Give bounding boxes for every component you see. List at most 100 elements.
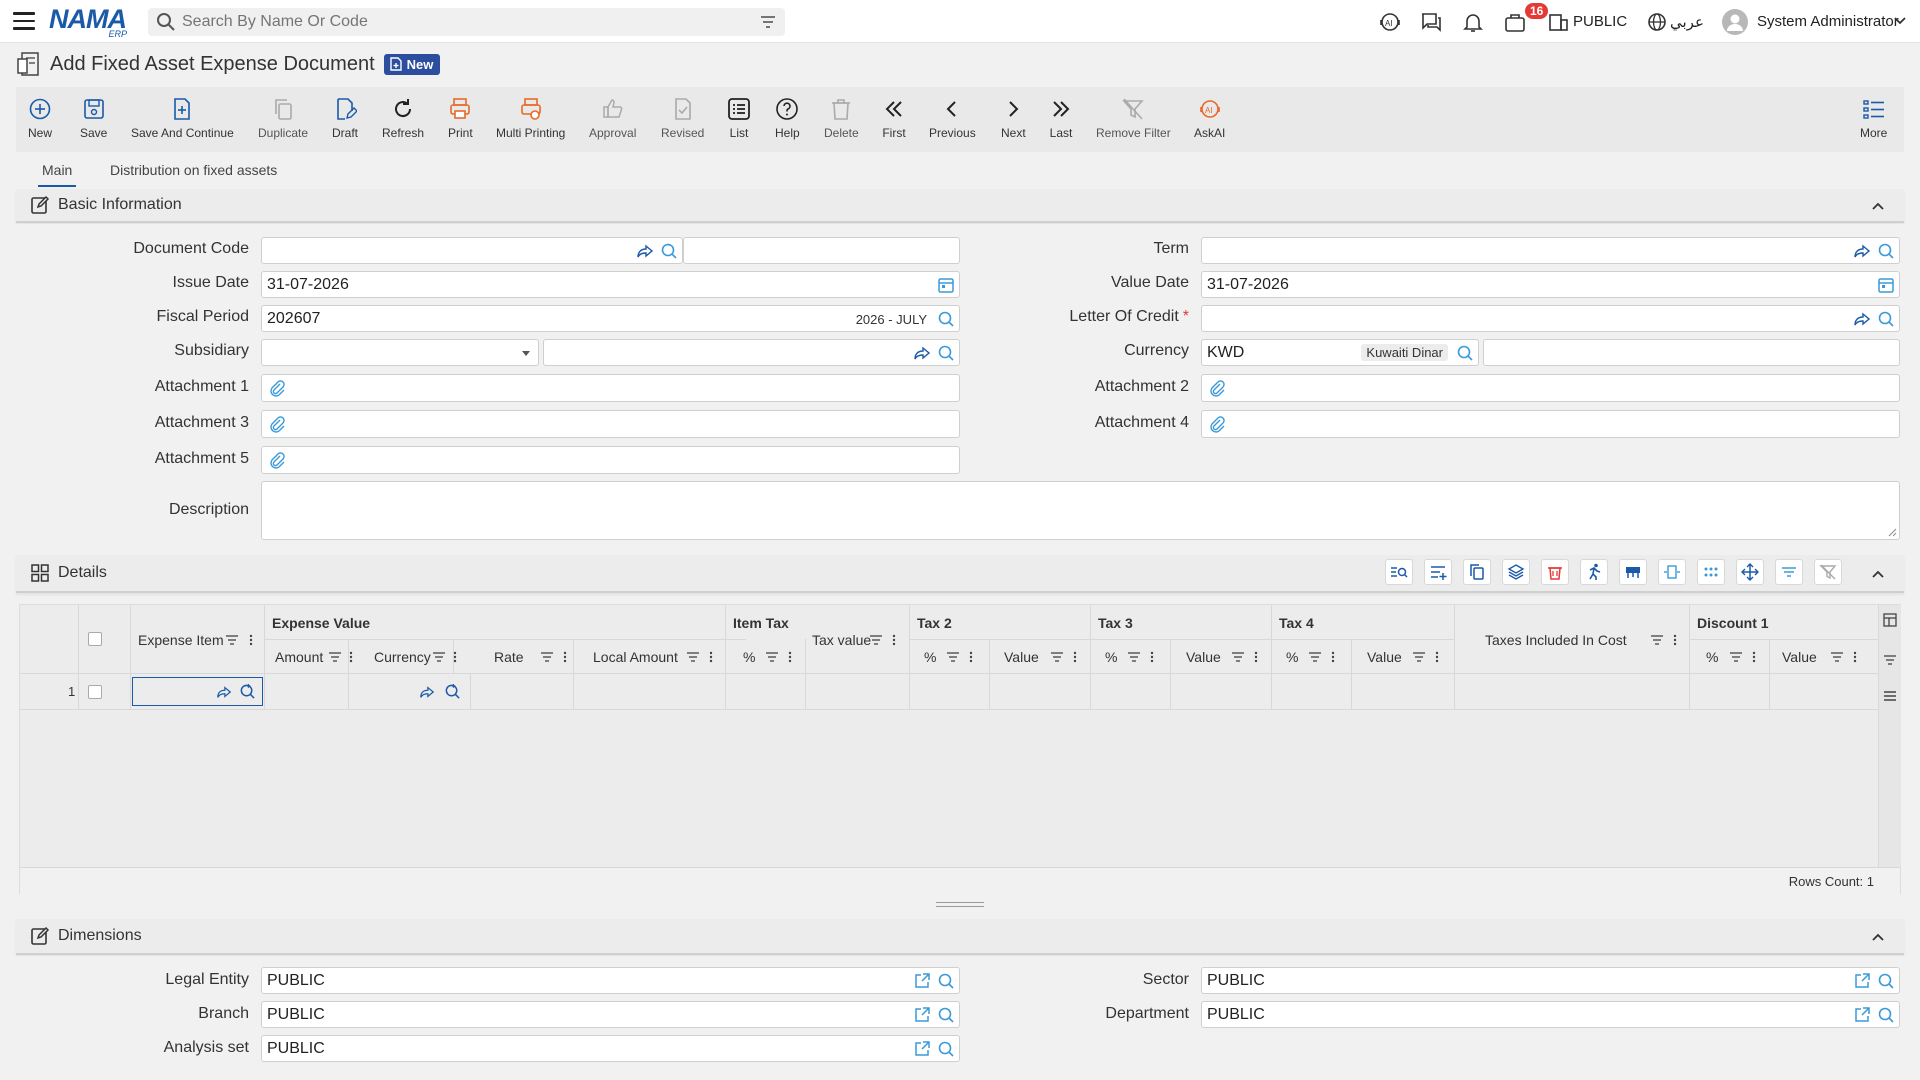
lookup-search-icon[interactable]: [1877, 972, 1895, 990]
lookup-search-icon[interactable]: [1877, 1006, 1895, 1024]
column-filter-icon[interactable]: [432, 650, 446, 664]
col-tax3-value[interactable]: Value: [1186, 649, 1221, 665]
column-menu-icon[interactable]: [704, 650, 718, 664]
column-menu-icon[interactable]: [1668, 633, 1682, 647]
column-menu-icon[interactable]: [1249, 650, 1263, 664]
chevron-up-icon[interactable]: [1870, 198, 1886, 214]
avatar[interactable]: [1722, 9, 1748, 35]
chevron-up-icon[interactable]: [1870, 566, 1886, 582]
filter-icon[interactable]: [759, 13, 777, 31]
document-code-field[interactable]: [261, 237, 683, 264]
column-filter-icon[interactable]: [869, 633, 883, 647]
col-amount[interactable]: Amount: [275, 649, 323, 665]
column-filter-icon[interactable]: [686, 650, 700, 664]
lookup-search-icon[interactable]: [937, 1040, 955, 1058]
draft-button[interactable]: Draft: [332, 87, 358, 152]
lookup-search-icon[interactable]: [937, 344, 955, 362]
bell-icon[interactable]: [1461, 10, 1485, 34]
description-textarea[interactable]: [261, 481, 1900, 540]
company-selector[interactable]: PUBLIC: [1573, 13, 1627, 30]
first-button[interactable]: First: [882, 87, 906, 152]
layers-button[interactable]: [1502, 559, 1530, 585]
external-link-icon[interactable]: [913, 1040, 931, 1058]
attachment-3-field[interactable]: [261, 410, 960, 438]
chevron-up-icon[interactable]: [1870, 929, 1886, 945]
analysis-set-field[interactable]: PUBLIC: [261, 1035, 960, 1062]
user-name[interactable]: System Administrator: [1757, 13, 1899, 30]
column-filter-icon[interactable]: [1127, 650, 1141, 664]
lookup-search-icon[interactable]: [937, 972, 955, 990]
grid-remove-filter-button[interactable]: [1814, 559, 1842, 585]
copy-row-button[interactable]: [1463, 559, 1491, 585]
more-button[interactable]: More: [1860, 87, 1887, 152]
col-expense-item[interactable]: Expense Item: [138, 632, 224, 648]
new-button[interactable]: New: [28, 87, 52, 152]
column-filter-icon[interactable]: [1830, 650, 1844, 664]
column-filter-icon[interactable]: [1650, 633, 1664, 647]
letter-of-credit-field[interactable]: [1201, 305, 1900, 332]
issue-date-field[interactable]: 31-07-2026: [261, 271, 960, 298]
select-all-checkbox[interactable]: [88, 632, 102, 646]
col-discount-value[interactable]: Value: [1782, 649, 1817, 665]
col-discount-pct[interactable]: %: [1706, 649, 1718, 665]
grid-search-button[interactable]: [1385, 559, 1413, 585]
column-menu-icon[interactable]: [1747, 650, 1761, 664]
share-icon[interactable]: [1853, 310, 1871, 328]
external-link-icon[interactable]: [1853, 972, 1871, 990]
chevron-down-icon[interactable]: [1893, 14, 1907, 28]
col-rate[interactable]: Rate: [494, 649, 524, 665]
previous-button[interactable]: Previous: [929, 87, 976, 152]
dots-grid-button[interactable]: [1697, 559, 1725, 585]
revised-button[interactable]: Revised: [661, 87, 704, 152]
tasks-icon[interactable]: [1503, 10, 1527, 34]
column-filter-icon[interactable]: [1729, 650, 1743, 664]
search-input[interactable]: [182, 13, 742, 31]
currency-field[interactable]: KWD Kuwaiti Dinar: [1201, 339, 1479, 366]
paperclip-icon[interactable]: [268, 415, 286, 433]
remove-filter-button[interactable]: Remove Filter: [1096, 87, 1171, 152]
column-menu-icon[interactable]: [558, 650, 572, 664]
resize-handle-icon[interactable]: [1887, 527, 1897, 537]
column-filter-icon[interactable]: [765, 650, 779, 664]
table-settings-button[interactable]: [1619, 559, 1647, 585]
external-link-icon[interactable]: [1853, 1006, 1871, 1024]
fiscal-period-field[interactable]: 202607 2026 - JULY: [261, 305, 960, 332]
attachment-2-field[interactable]: [1201, 374, 1900, 402]
column-menu-icon[interactable]: [1145, 650, 1159, 664]
grid-filter-button[interactable]: [1775, 559, 1803, 585]
column-filter-icon[interactable]: [328, 650, 342, 664]
subsidiary-lookup-field[interactable]: [543, 339, 960, 366]
share-icon[interactable]: [419, 684, 435, 700]
external-link-icon[interactable]: [913, 972, 931, 990]
last-button[interactable]: Last: [1049, 87, 1073, 152]
paperclip-icon[interactable]: [268, 379, 286, 397]
lookup-search-icon[interactable]: [1456, 344, 1474, 362]
askai-button[interactable]: AI AskAI: [1194, 87, 1225, 152]
ai-assistant-icon[interactable]: AI: [1378, 10, 1402, 34]
lookup-search-icon[interactable]: [937, 310, 955, 328]
currency-rate-field[interactable]: [1483, 339, 1900, 366]
col-tax4-value[interactable]: Value: [1367, 649, 1402, 665]
column-filter-icon[interactable]: [1308, 650, 1322, 664]
department-field[interactable]: PUBLIC: [1201, 1001, 1900, 1028]
help-button[interactable]: Help: [775, 87, 800, 152]
column-filter-icon[interactable]: [946, 650, 960, 664]
share-icon[interactable]: [1853, 242, 1871, 260]
share-icon[interactable]: [636, 242, 654, 260]
col-currency[interactable]: Currency: [374, 649, 431, 665]
col-tax2-value[interactable]: Value: [1004, 649, 1039, 665]
col-local-amount[interactable]: Local Amount: [593, 649, 678, 665]
dimensions-header[interactable]: Dimensions: [16, 919, 1904, 955]
column-menu-icon[interactable]: [887, 633, 901, 647]
column-filter-icon[interactable]: [540, 650, 554, 664]
calendar-icon[interactable]: [937, 276, 955, 294]
approval-button[interactable]: Approval: [589, 87, 636, 152]
external-link-icon[interactable]: [913, 1006, 931, 1024]
share-icon[interactable]: [913, 344, 931, 362]
column-menu-icon[interactable]: [1848, 650, 1862, 664]
language-switch[interactable]: عربي: [1670, 13, 1704, 31]
column-menu-icon[interactable]: [244, 633, 258, 647]
print-button[interactable]: Print: [448, 87, 473, 152]
lookup-search-icon[interactable]: [1877, 310, 1895, 328]
multi-printing-button[interactable]: Multi Printing: [496, 87, 565, 152]
